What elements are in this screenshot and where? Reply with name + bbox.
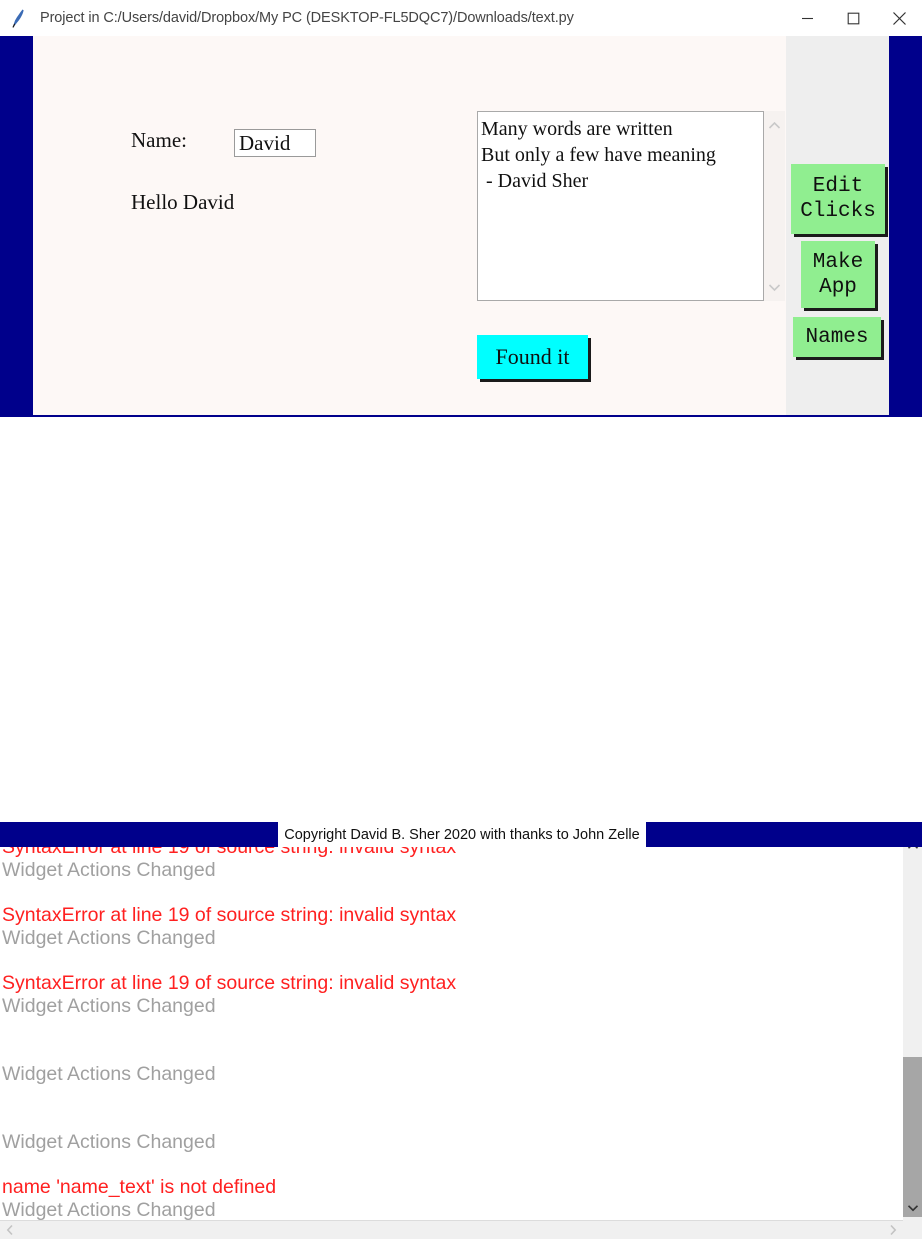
maximize-icon[interactable] [830, 0, 876, 36]
names-button[interactable]: Names [793, 317, 881, 357]
log-spacer [0, 1153, 896, 1176]
log-message-list[interactable]: SyntaxError at line 19 of source string:… [0, 836, 896, 1220]
window-title: Project in C:/Users/david/Dropbox/My PC … [40, 10, 574, 26]
scrollbar-corner [903, 1220, 922, 1239]
greeting-label: Hello David [131, 190, 235, 214]
found-it-button[interactable]: Found it [477, 335, 588, 379]
log-spacer [0, 1017, 896, 1040]
log-info-message: Widget Actions Changed [2, 926, 216, 949]
log-spacer [0, 881, 896, 904]
name-label: Name: [131, 128, 187, 152]
log-info-message: Widget Actions Changed [2, 1062, 216, 1085]
copyright-label: Copyright David B. Sher 2020 with thanks… [278, 822, 646, 847]
log-info-message: Widget Actions Changed [2, 1198, 216, 1221]
log-blank-line [2, 1108, 896, 1131]
window-title-bar: Project in C:/Users/david/Dropbox/My PC … [0, 0, 922, 36]
log-scrollbar-thumb[interactable] [903, 1057, 922, 1217]
quote-textarea-wrapper: Many words are written But only a few ha… [477, 111, 785, 301]
log-spacer [0, 1085, 896, 1108]
quote-textarea-scrollbar[interactable] [764, 111, 785, 301]
log-horizontal-scrollbar[interactable] [0, 1220, 903, 1239]
log-info-message: Widget Actions Changed [2, 858, 216, 881]
log-vertical-scrollbar[interactable] [903, 834, 922, 1220]
log-scroll-left-icon[interactable] [0, 1221, 20, 1239]
log-group: SyntaxError at line 19 of source string:… [0, 904, 896, 949]
log-error-message: SyntaxError at line 19 of source string:… [2, 904, 457, 926]
application-frame: Name: Hello David Many words are written… [0, 36, 922, 417]
close-icon[interactable] [876, 0, 922, 36]
log-group: Widget Actions Changed [0, 1040, 896, 1085]
quote-textarea[interactable]: Many words are written But only a few ha… [477, 111, 764, 301]
log-scroll-right-icon[interactable] [883, 1221, 903, 1239]
python-feather-icon [8, 7, 30, 29]
log-error-message: name 'name_text' is not defined [2, 1176, 277, 1198]
log-group: name 'name_text' is not defined Widget Ac… [0, 1176, 896, 1220]
make-app-button[interactable]: Make App [801, 241, 875, 308]
log-blank-line [2, 1040, 896, 1063]
scroll-down-icon[interactable] [764, 278, 785, 296]
log-scroll-down-icon[interactable] [903, 1198, 922, 1218]
name-input[interactable] [234, 129, 316, 157]
log-group: SyntaxError at line 19 of source string:… [0, 972, 896, 1017]
log-error-message: SyntaxError at line 19 of source string:… [2, 972, 457, 994]
log-info-message: Widget Actions Changed [2, 1130, 216, 1153]
minimize-icon[interactable] [784, 0, 830, 36]
application-canvas: Name: Hello David Many words are written… [33, 36, 786, 415]
log-group: Widget Actions Changed [0, 1108, 896, 1153]
edit-clicks-button[interactable]: Edit Clicks [791, 164, 885, 234]
log-spacer [0, 949, 896, 972]
window-controls [784, 0, 922, 36]
log-info-message: Widget Actions Changed [2, 994, 216, 1017]
log-output-area: SyntaxError at line 19 of source string:… [0, 417, 922, 1239]
scroll-up-icon[interactable] [764, 116, 785, 134]
